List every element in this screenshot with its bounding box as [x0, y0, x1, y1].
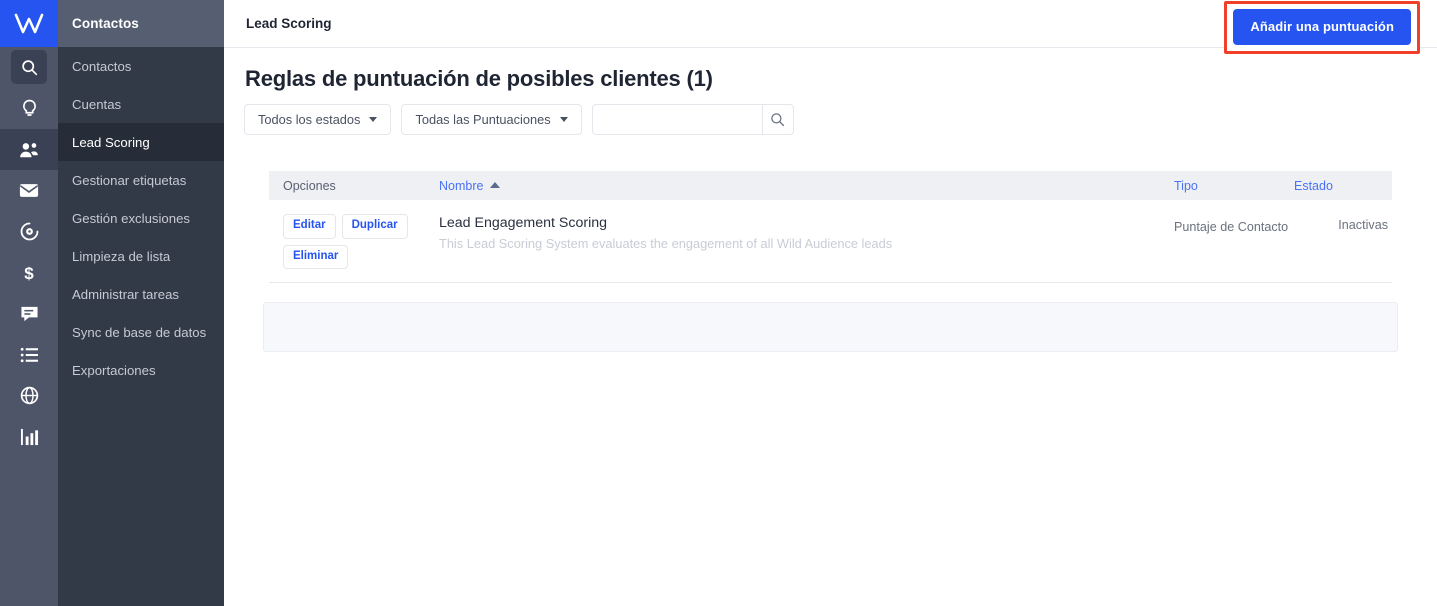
rail-item-deals[interactable]: $ [0, 252, 58, 293]
sidebar-item-limpieza-de-lista[interactable]: Limpieza de lista [58, 237, 224, 275]
page-breadcrumb-title: Lead Scoring [246, 16, 332, 31]
list-icon [20, 347, 38, 362]
sidebar-item-label: Gestión exclusiones [72, 210, 191, 226]
sidebar-item-lead-scoring[interactable]: Lead Scoring [58, 123, 224, 161]
rule-name[interactable]: Lead Engagement Scoring [439, 215, 1174, 231]
sub-navigation: Contactos Contactos Cuentas Lead Scoring… [58, 0, 224, 606]
sidebar-item-label: Gestionar etiquetas [72, 172, 187, 188]
rail-item-email[interactable] [0, 170, 58, 211]
rail-item-contacts[interactable] [0, 129, 58, 170]
app-root: $ Contactos Contactos Cuentas Lead Scori… [0, 0, 1437, 606]
sidebar-item-label: Cuentas [72, 96, 122, 112]
rule-type: Puntaje de Contacto [1174, 220, 1289, 234]
app-logo[interactable] [0, 0, 58, 47]
rail-item-website[interactable] [0, 375, 58, 416]
chevron-down-icon [369, 117, 378, 122]
sidebar-item-administrar-tareas[interactable]: Administrar tareas [58, 275, 224, 313]
rail-item-automations[interactable] [0, 211, 58, 252]
rail-item-search[interactable] [0, 47, 58, 88]
envelope-icon [19, 184, 39, 197]
row-action-buttons: Editar Duplicar Eliminar [269, 214, 439, 269]
table-header-row: Opciones Nombre Tipo Estado [269, 171, 1392, 200]
sidebar-item-label: Administrar tareas [72, 286, 180, 302]
sidebar-item-label: Lead Scoring [72, 134, 150, 150]
duplicate-button[interactable]: Duplicar [341, 214, 408, 239]
column-header-name: Nombre [439, 179, 1174, 193]
sidebar-item-contactos[interactable]: Contactos [58, 47, 224, 85]
search-icon [771, 113, 785, 127]
rule-description: This Lead Scoring System evaluates the e… [439, 236, 893, 251]
rail-item-forms[interactable] [0, 334, 58, 375]
sidebar-item-sync-base-de-datos[interactable]: Sync de base de datos [58, 313, 224, 351]
table-row: Editar Duplicar Eliminar Lead Engagement… [269, 200, 1392, 283]
status-badge: Inactivas [1338, 218, 1388, 232]
sidebar-item-gestion-exclusiones[interactable]: Gestión exclusiones [58, 199, 224, 237]
chevron-down-icon [559, 117, 568, 122]
column-header-options: Opciones [283, 178, 336, 193]
delete-button[interactable]: Eliminar [283, 244, 349, 269]
subnav-header: Contactos [58, 0, 224, 47]
dollar-icon: $ [24, 264, 34, 283]
rail-item-insights[interactable] [0, 88, 58, 129]
search-icon [21, 60, 37, 76]
sort-arrow-up-icon [490, 182, 501, 188]
contacts-icon [20, 142, 38, 157]
icon-rail: $ [0, 0, 58, 606]
search-input[interactable] [591, 104, 762, 135]
page-title: Reglas de puntuación de posibles cliente… [245, 66, 713, 91]
rail-icon-list: $ [0, 47, 58, 457]
sidebar-item-label: Contactos [72, 58, 132, 74]
annotation-highlight-box: Añadir una puntuación [1224, 1, 1420, 54]
edit-button[interactable]: Editar [283, 214, 336, 239]
search-button[interactable] [761, 104, 794, 135]
empty-panel [263, 302, 1398, 352]
chat-icon [20, 306, 38, 321]
top-bar: Lead Scoring Añadir una puntuación [224, 0, 1437, 54]
sidebar-item-label: Sync de base de datos [72, 324, 207, 340]
search-group [591, 104, 794, 135]
rail-item-conversations[interactable] [0, 293, 58, 334]
sidebar-item-gestionar-etiquetas[interactable]: Gestionar etiquetas [58, 161, 224, 199]
column-header-status[interactable]: Estado [1294, 179, 1392, 193]
status-filter-label: Todos los estados [258, 112, 361, 127]
sidebar-item-exportaciones[interactable]: Exportaciones [58, 351, 224, 389]
globe-icon [20, 386, 38, 405]
score-filter-label: Todas las Puntuaciones [415, 112, 551, 127]
add-score-button[interactable]: Añadir una puntuación [1233, 9, 1411, 45]
column-header-name-label: Nombre [439, 178, 484, 193]
svg-text:$: $ [24, 264, 34, 283]
row-name-cell: Lead Engagement Scoring This Lead Scorin… [439, 214, 1174, 269]
status-filter-select[interactable]: Todos los estados [244, 104, 392, 135]
column-header-type[interactable]: Tipo [1174, 179, 1294, 193]
sidebar-item-cuentas[interactable]: Cuentas [58, 85, 224, 123]
main-content: Lead Scoring Añadir una puntuación Regla… [224, 0, 1437, 606]
scoring-rules-table: Opciones Nombre Tipo Estado Editar Dupli… [269, 171, 1392, 283]
content-area: Reglas de puntuación de posibles cliente… [224, 48, 1437, 352]
rail-item-reports[interactable] [0, 416, 58, 457]
sort-by-name-link[interactable]: Nombre [439, 178, 501, 193]
target-icon [20, 222, 38, 241]
chart-icon [20, 428, 38, 445]
score-filter-select[interactable]: Todas las Puntuaciones [401, 104, 582, 135]
sidebar-item-label: Limpieza de lista [72, 248, 171, 264]
filter-bar: Todos los estados Todas las Puntuaciones [244, 104, 1417, 135]
sidebar-item-label: Exportaciones [72, 362, 156, 378]
lightbulb-icon [22, 99, 36, 116]
